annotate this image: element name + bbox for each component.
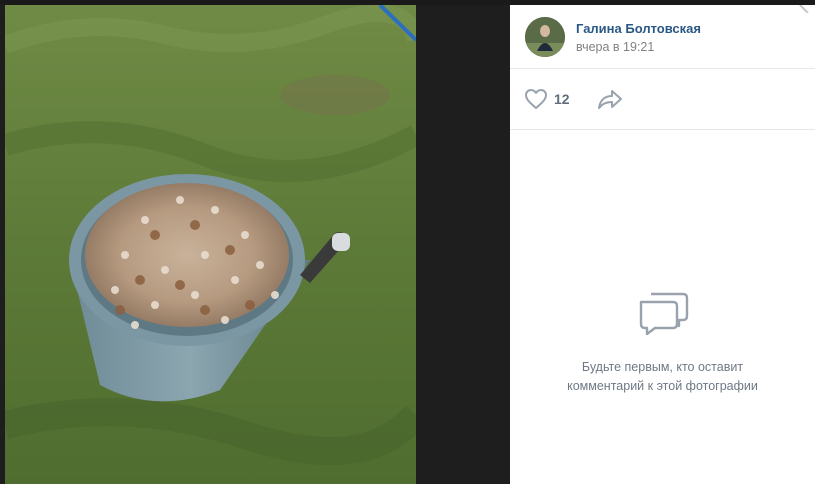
empty-comments-line-2: комментарий к этой фотографии [567, 379, 758, 393]
photo-area[interactable] [0, 5, 510, 484]
post-time[interactable]: вчера в 19:21 [576, 40, 654, 54]
share-button[interactable] [596, 87, 624, 111]
close-icon[interactable] [796, 0, 815, 14]
chat-bubbles-icon [637, 288, 691, 336]
share-arrow-icon [596, 90, 624, 115]
heart-outline-icon [524, 88, 548, 110]
photo[interactable] [5, 5, 416, 484]
post-author: Галина Болтовская вчера в 19:21 [510, 5, 815, 69]
post-actions: 12 [510, 69, 815, 130]
like-count: 12 [554, 91, 570, 107]
author-name-link[interactable]: Галина Болтовская [576, 21, 701, 36]
author-avatar[interactable] [525, 17, 565, 57]
empty-comments-line-1: Будьте первым, кто оставит [581, 360, 744, 374]
side-panel: Галина Болтовская вчера в 19:21 12 Будьт… [510, 5, 815, 484]
comments-empty-state: Будьте первым, кто оставит комментарий к… [510, 130, 815, 484]
photo-viewer: Галина Болтовская вчера в 19:21 12 Будьт… [0, 0, 815, 484]
empty-comments-text: Будьте первым, кто оставит комментарий к… [540, 358, 785, 396]
like-button[interactable]: 12 [524, 87, 570, 111]
